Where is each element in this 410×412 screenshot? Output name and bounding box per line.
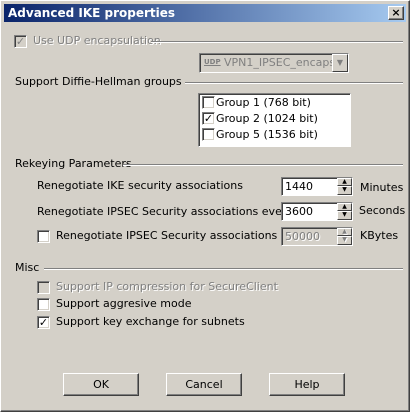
rekeying-header: Rekeying Parameters bbox=[15, 157, 132, 170]
ipsec-kbytes-unit: KBytes bbox=[360, 229, 399, 242]
ike-minutes-unit: Minutes bbox=[360, 181, 404, 194]
udp-service-value: VPN1_IPSEC_encapsu bbox=[224, 56, 339, 69]
close-icon[interactable]: × bbox=[388, 6, 404, 20]
udp-service-combo[interactable]: UDP VPN1_IPSEC_encapsu ▼ bbox=[199, 53, 349, 73]
spin-up-icon[interactable]: ▲ bbox=[337, 203, 352, 211]
ipsec-seconds-unit: Seconds bbox=[359, 204, 406, 217]
dh-groups-list[interactable]: Group 1 (768 bit) ✓ Group 2 (1024 bit) G… bbox=[198, 93, 351, 147]
advanced-ike-dialog: Advanced IKE properties × ✓ Use UDP enca… bbox=[0, 0, 410, 412]
dh-group-1-checkbox[interactable] bbox=[202, 96, 215, 109]
rekeying-separator bbox=[123, 164, 403, 166]
dh-group-item[interactable]: ✓ Group 2 (1024 bit) bbox=[202, 111, 348, 127]
dh-group-5-label: Group 5 (1536 bit) bbox=[216, 128, 318, 141]
ipsec-kbytes-label: Renegotiate IPSEC Security associations … bbox=[56, 229, 312, 242]
dh-group-1-label: Group 1 (768 bit) bbox=[216, 96, 311, 109]
misc-separator bbox=[44, 268, 403, 270]
dh-groups-header: Support Diffie-Hellman groups bbox=[15, 75, 182, 88]
window-title: Advanced IKE properties bbox=[8, 6, 176, 20]
chevron-down-icon[interactable]: ▼ bbox=[332, 54, 348, 72]
ok-button[interactable]: OK bbox=[63, 373, 139, 396]
ipsec-seconds-spinner[interactable]: 3600 ▲ ▼ bbox=[281, 202, 353, 221]
udp-encapsulation-checkbox[interactable]: ✓ bbox=[14, 35, 27, 48]
udp-encapsulation-label-text: Use UDP encapsulation bbox=[33, 34, 161, 47]
dh-group-item[interactable]: Group 1 (768 bit) bbox=[202, 95, 348, 111]
help-button[interactable]: Help bbox=[269, 373, 345, 396]
ike-minutes-value[interactable]: 1440 bbox=[285, 180, 313, 193]
aggressive-mode-label: Support aggresive mode bbox=[56, 297, 192, 310]
dh-group-5-checkbox[interactable] bbox=[202, 128, 215, 141]
dh-groups-separator bbox=[185, 82, 403, 84]
spin-down-icon[interactable]: ▼ bbox=[337, 236, 352, 245]
spin-up-icon[interactable]: ▲ bbox=[337, 228, 352, 236]
dh-group-2-checkbox[interactable]: ✓ bbox=[202, 112, 215, 125]
ip-compression-checkbox[interactable] bbox=[37, 281, 50, 294]
spin-down-icon[interactable]: ▼ bbox=[337, 186, 352, 195]
ipsec-seconds-value[interactable]: 3600 bbox=[285, 205, 313, 218]
aggressive-mode-checkbox[interactable] bbox=[37, 298, 50, 311]
ipsec-kbytes-value[interactable]: 50000 bbox=[285, 230, 320, 243]
subnet-key-exchange-checkbox[interactable]: ✓ bbox=[37, 316, 50, 329]
spin-down-icon[interactable]: ▼ bbox=[337, 211, 352, 220]
title-bar: Advanced IKE properties × bbox=[4, 4, 406, 22]
udp-service-icon: UDP bbox=[204, 58, 221, 66]
ip-compression-label: Support IP compression for SecureClient bbox=[56, 280, 278, 293]
ipsec-kbytes-spinner[interactable]: 50000 ▲ ▼ bbox=[281, 227, 353, 246]
ipsec-seconds-label: Renegotiate IPSEC Security associations … bbox=[37, 205, 293, 218]
subnet-key-exchange-label: Support key exchange for subnets bbox=[56, 315, 245, 328]
udp-encapsulation-label: Use UDP encapsulation bbox=[33, 34, 161, 48]
misc-header: Misc bbox=[15, 261, 40, 274]
dh-group-2-label: Group 2 (1024 bit) bbox=[216, 112, 318, 125]
cancel-button[interactable]: Cancel bbox=[166, 373, 242, 396]
ike-renegotiate-label: Renegotiate IKE security associations bbox=[37, 179, 243, 192]
ike-minutes-spinner[interactable]: 1440 ▲ ▼ bbox=[281, 177, 353, 196]
dh-group-item[interactable]: Group 5 (1536 bit) bbox=[202, 127, 348, 143]
spin-up-icon[interactable]: ▲ bbox=[337, 178, 352, 186]
udp-separator bbox=[151, 41, 403, 43]
ipsec-kbytes-checkbox[interactable] bbox=[37, 230, 50, 243]
